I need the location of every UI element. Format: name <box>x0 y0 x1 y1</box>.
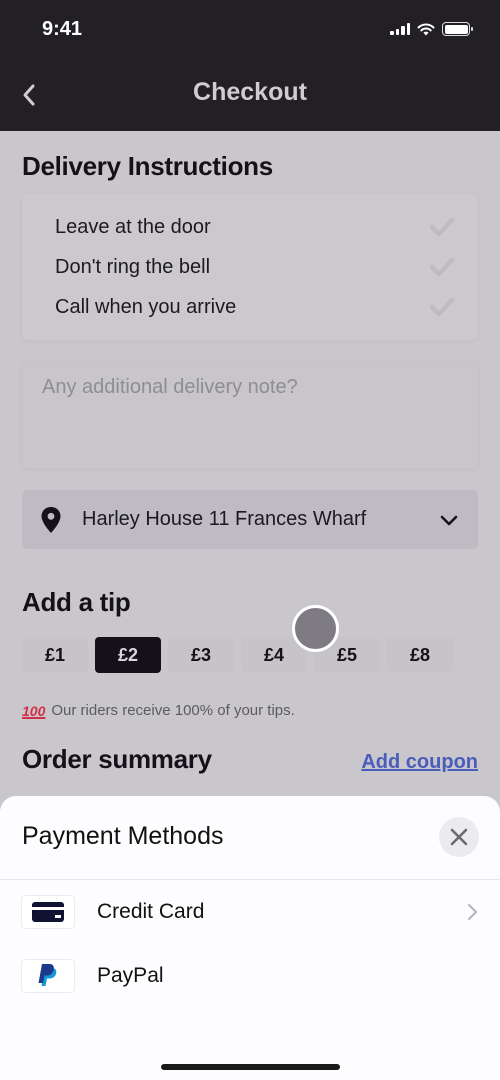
tip-note: 100 Our riders receive 100% of your tips… <box>22 702 295 719</box>
home-indicator[interactable] <box>161 1064 340 1070</box>
order-summary-title: Order summary <box>22 744 212 774</box>
battery-icon <box>442 22 473 36</box>
hundred-points-icon: 100 <box>22 702 46 719</box>
delivery-options-card: Leave at the door Don't ring the bell Ca… <box>22 194 478 340</box>
close-icon <box>450 828 468 846</box>
chevron-down-icon <box>440 515 458 525</box>
tip-option-2-selected[interactable]: £2 <box>95 637 161 673</box>
wifi-icon <box>417 23 435 35</box>
address-selector[interactable]: Harley House 11 Frances Wharf <box>22 490 478 549</box>
address-text: Harley House 11 Frances Wharf <box>82 508 367 530</box>
nav-bar: Checkout <box>0 60 500 131</box>
tip-option-3[interactable]: £3 <box>168 637 234 673</box>
delivery-option-label: Leave at the door <box>55 215 211 238</box>
tip-option-1[interactable]: £1 <box>22 637 88 673</box>
delivery-option-label: Don't ring the bell <box>55 255 211 278</box>
delivery-option-call-on-arrival[interactable]: Call when you arrive <box>55 292 456 322</box>
delivery-instructions-title: Delivery Instructions <box>22 151 273 181</box>
credit-card-icon <box>32 902 64 922</box>
checkout-content: Delivery Instructions Leave at the door … <box>0 131 500 801</box>
chevron-right-icon <box>468 904 477 920</box>
payment-methods-sheet: Payment Methods Credit Card PayPal <box>0 796 500 1080</box>
checkmark-icon <box>430 258 454 276</box>
map-pin-icon <box>41 506 61 533</box>
payment-method-paypal[interactable]: PayPal <box>21 959 479 993</box>
signal-icon <box>390 23 410 35</box>
status-time: 9:41 <box>42 18 83 40</box>
sheet-divider <box>0 879 500 880</box>
payment-method-credit-card[interactable]: Credit Card <box>21 895 479 929</box>
touch-indicator <box>292 605 339 652</box>
payment-icon-box <box>21 959 75 993</box>
close-button[interactable] <box>439 817 479 857</box>
tip-note-text: Our riders receive 100% of your tips. <box>51 702 295 719</box>
delivery-option-label: Call when you arrive <box>55 295 237 318</box>
tip-option-8[interactable]: £8 <box>387 637 453 673</box>
checkmark-icon <box>430 218 454 236</box>
paypal-icon <box>38 964 57 986</box>
payment-method-label: Credit Card <box>97 900 205 923</box>
delivery-option-dont-ring-bell[interactable]: Don't ring the bell <box>55 252 456 282</box>
page-title: Checkout <box>193 78 307 106</box>
tip-options: £1 £2 £3 £4 £5 £8 <box>22 637 453 673</box>
delivery-option-leave-at-door[interactable]: Leave at the door <box>55 212 456 242</box>
sheet-title: Payment Methods <box>22 822 224 850</box>
checkmark-icon <box>430 298 454 316</box>
add-coupon-link[interactable]: Add coupon <box>361 751 478 774</box>
status-icons <box>390 22 473 36</box>
payment-icon-box <box>21 895 75 929</box>
status-bar: 9:41 <box>0 0 500 60</box>
delivery-note-input[interactable]: Any additional delivery note? <box>22 362 478 468</box>
payment-method-label: PayPal <box>97 964 164 987</box>
add-tip-title: Add a tip <box>22 587 131 617</box>
